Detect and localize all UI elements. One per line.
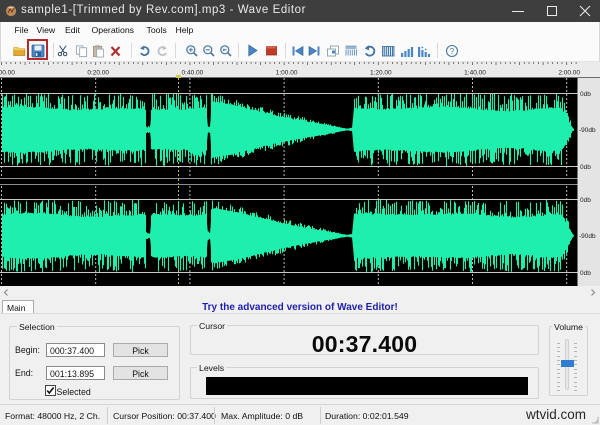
svg-text:2:00.00: 2:00.00: [558, 70, 580, 77]
svg-text:0:00.00: 0:00.00: [0, 70, 15, 77]
svg-text:-90db: -90db: [579, 127, 596, 134]
svg-text:0:20.00: 0:20.00: [87, 70, 109, 77]
svg-text:1:00.00: 1:00.00: [276, 70, 298, 77]
svg-text:0db: 0db: [580, 270, 591, 277]
svg-text:1:20.00: 1:20.00: [370, 70, 392, 77]
svg-text:1:40.00: 1:40.00: [464, 70, 486, 77]
svg-text:0db: 0db: [580, 197, 591, 204]
svg-text:0db: 0db: [580, 91, 591, 98]
svg-text:?: ?: [450, 47, 455, 56]
svg-text:0:40.00: 0:40.00: [182, 70, 204, 77]
svg-text:0db: 0db: [580, 164, 591, 171]
svg-text:-90db: -90db: [579, 233, 596, 240]
